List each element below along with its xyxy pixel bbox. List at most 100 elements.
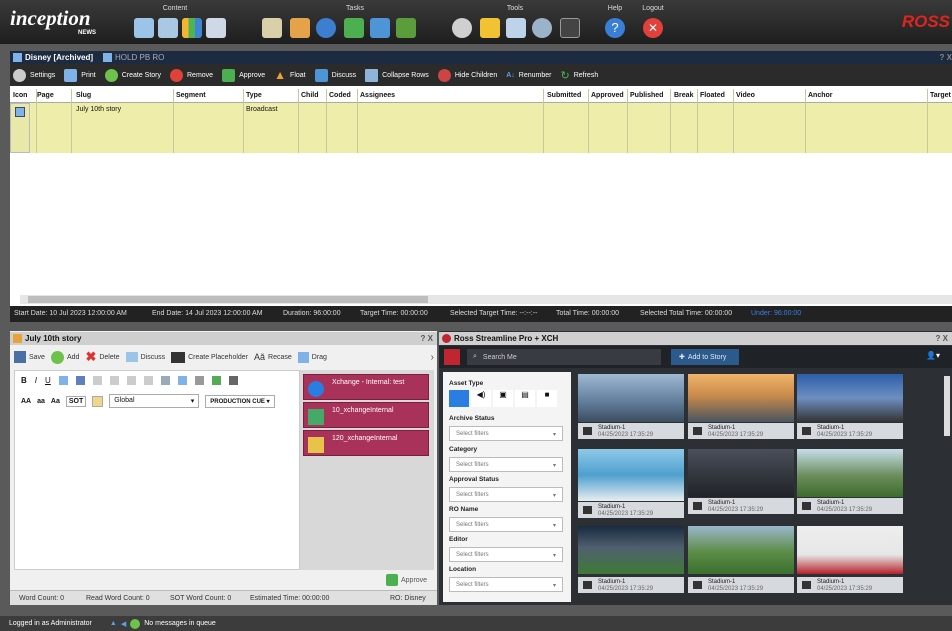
- window-controls[interactable]: ? X: [936, 334, 948, 343]
- renumber-button[interactable]: A↓ Renumber: [506, 72, 551, 79]
- col-segment[interactable]: Segment: [176, 92, 206, 99]
- thumbnail-stadium-night[interactable]: [578, 526, 684, 574]
- col-floated[interactable]: Floated: [700, 92, 725, 99]
- chevron-right-icon[interactable]: ›: [431, 352, 434, 363]
- collapse-rows-button[interactable]: Collapse Rows: [365, 68, 429, 82]
- create-story-button[interactable]: Create Story: [104, 68, 161, 82]
- windows-icon[interactable]: [506, 18, 526, 38]
- close-icon[interactable]: ✕: [643, 18, 663, 38]
- redo-icon[interactable]: [143, 376, 153, 385]
- replace-icon[interactable]: [177, 376, 187, 385]
- calendar-icon[interactable]: [262, 18, 282, 38]
- thumbnail-sunset[interactable]: [688, 374, 794, 422]
- clock-icon[interactable]: [316, 18, 336, 38]
- col-published[interactable]: Published: [630, 92, 663, 99]
- cut-icon[interactable]: [92, 376, 102, 385]
- col-page[interactable]: Page: [37, 92, 54, 99]
- global-select[interactable]: Global ▾: [109, 394, 200, 408]
- audio-icon[interactable]: ◀): [471, 390, 491, 407]
- col-video[interactable]: Video: [736, 92, 755, 99]
- col-slug[interactable]: Slug: [76, 92, 91, 99]
- search-input[interactable]: ⌕ Search Me: [467, 349, 661, 365]
- col-type[interactable]: Type: [246, 92, 262, 99]
- vertical-scrollbar[interactable]: [944, 376, 950, 436]
- story-text-area[interactable]: BIU AA aa Aa SOT Global ▾ PRODUCTION CUE …: [14, 370, 300, 570]
- recase-button[interactable]: Aă Recase: [254, 352, 292, 362]
- discuss-button[interactable]: Discuss: [125, 352, 165, 362]
- col-child[interactable]: Child: [301, 92, 319, 99]
- category-select[interactable]: Select filters ▾: [449, 457, 563, 472]
- settings-button[interactable]: Settings: [13, 68, 55, 82]
- bold-icon[interactable]: B: [21, 376, 27, 385]
- undo-icon[interactable]: [126, 376, 136, 385]
- list-item[interactable]: 120_xchangeInternal: [303, 430, 429, 456]
- folder-icon[interactable]: ■: [537, 390, 557, 407]
- production-cue-select[interactable]: PRODUCTION CUE ▾: [205, 394, 275, 408]
- tab-hold-pb-ro[interactable]: HOLD PB RO: [115, 53, 164, 62]
- copy-icon[interactable]: [109, 376, 119, 385]
- col-icon[interactable]: Icon: [13, 92, 27, 99]
- print-icon[interactable]: [228, 376, 238, 385]
- help-icon[interactable]: ?: [605, 18, 625, 38]
- gear-icon[interactable]: [452, 18, 472, 38]
- print-button[interactable]: Print: [64, 68, 96, 82]
- contacts-icon[interactable]: [290, 18, 310, 38]
- list-item[interactable]: Xchange - Internal: test: [303, 374, 429, 400]
- horizontal-scrollbar[interactable]: [20, 295, 952, 304]
- note-icon[interactable]: [92, 395, 104, 407]
- rundown-icon[interactable]: [134, 18, 154, 38]
- titlecase-button[interactable]: Aa: [51, 398, 60, 405]
- window-controls[interactable]: ? X: [940, 53, 952, 62]
- col-coded[interactable]: Coded: [329, 92, 351, 99]
- thumbnail-stadium[interactable]: [797, 449, 903, 497]
- thumbnail-anchor[interactable]: [578, 449, 684, 501]
- italic-icon[interactable]: I: [35, 376, 37, 385]
- remove-button[interactable]: Remove: [170, 68, 213, 82]
- col-anchor[interactable]: Anchor: [808, 92, 833, 99]
- thumbnail-city[interactable]: [578, 374, 684, 422]
- signature-icon[interactable]: [560, 18, 580, 38]
- discuss-button[interactable]: Discuss: [314, 68, 356, 82]
- table-row[interactable]: July 10th story Broadcast: [10, 103, 952, 153]
- archive-status-select[interactable]: Select filters ▾: [449, 426, 563, 441]
- insert-icon[interactable]: [58, 376, 68, 385]
- video-icon[interactable]: [449, 390, 469, 407]
- document-icon[interactable]: [206, 18, 226, 38]
- thumbnail-studio[interactable]: [797, 374, 903, 422]
- thumbnail-field[interactable]: [688, 526, 794, 574]
- uppercase-button[interactable]: AA: [21, 398, 31, 405]
- find-icon[interactable]: [160, 376, 170, 385]
- window-controls[interactable]: ? X: [421, 334, 433, 343]
- table-icon[interactable]: [75, 376, 85, 385]
- charts-icon[interactable]: [182, 18, 202, 38]
- drag-button[interactable]: Drag: [297, 351, 327, 363]
- user-icon[interactable]: 👤▾: [926, 351, 940, 360]
- underline-icon[interactable]: U: [45, 376, 51, 385]
- col-submitted[interactable]: Submitted: [547, 92, 581, 99]
- create-placeholder-button[interactable]: Create Placeholder: [171, 351, 248, 363]
- approve-button[interactable]: Approve: [386, 574, 427, 586]
- lowercase-button[interactable]: aa: [37, 398, 45, 405]
- approval-status-select[interactable]: Select filters ▾: [449, 487, 563, 502]
- location-select[interactable]: Select filters ▾: [449, 577, 563, 592]
- file-icon[interactable]: ▤: [515, 390, 535, 407]
- ro-name-select[interactable]: Select filters ▾: [449, 517, 563, 532]
- image-icon[interactable]: ▣: [493, 390, 513, 407]
- col-approved[interactable]: Approved: [591, 92, 624, 99]
- thumbnail-interview[interactable]: [688, 449, 794, 497]
- col-break[interactable]: Break: [674, 92, 693, 99]
- col-assignees[interactable]: Assignees: [360, 92, 395, 99]
- float-button[interactable]: ▲ Float: [274, 68, 305, 82]
- stories-icon[interactable]: [158, 18, 178, 38]
- add-button[interactable]: Add: [50, 350, 79, 364]
- list-item[interactable]: 10_xchangeInternal: [303, 402, 429, 428]
- hide-children-button[interactable]: Hide Children: [437, 68, 497, 82]
- wires-icon[interactable]: [396, 18, 416, 38]
- col-target[interactable]: Target: [930, 92, 951, 99]
- search-icon[interactable]: [532, 18, 552, 38]
- assignments-icon[interactable]: [344, 18, 364, 38]
- refresh-button[interactable]: ↻ Refresh: [560, 69, 598, 82]
- delete-button[interactable]: ✖ Delete: [85, 349, 119, 365]
- approve-button[interactable]: Approve: [222, 68, 265, 82]
- chat-icon[interactable]: [370, 18, 390, 38]
